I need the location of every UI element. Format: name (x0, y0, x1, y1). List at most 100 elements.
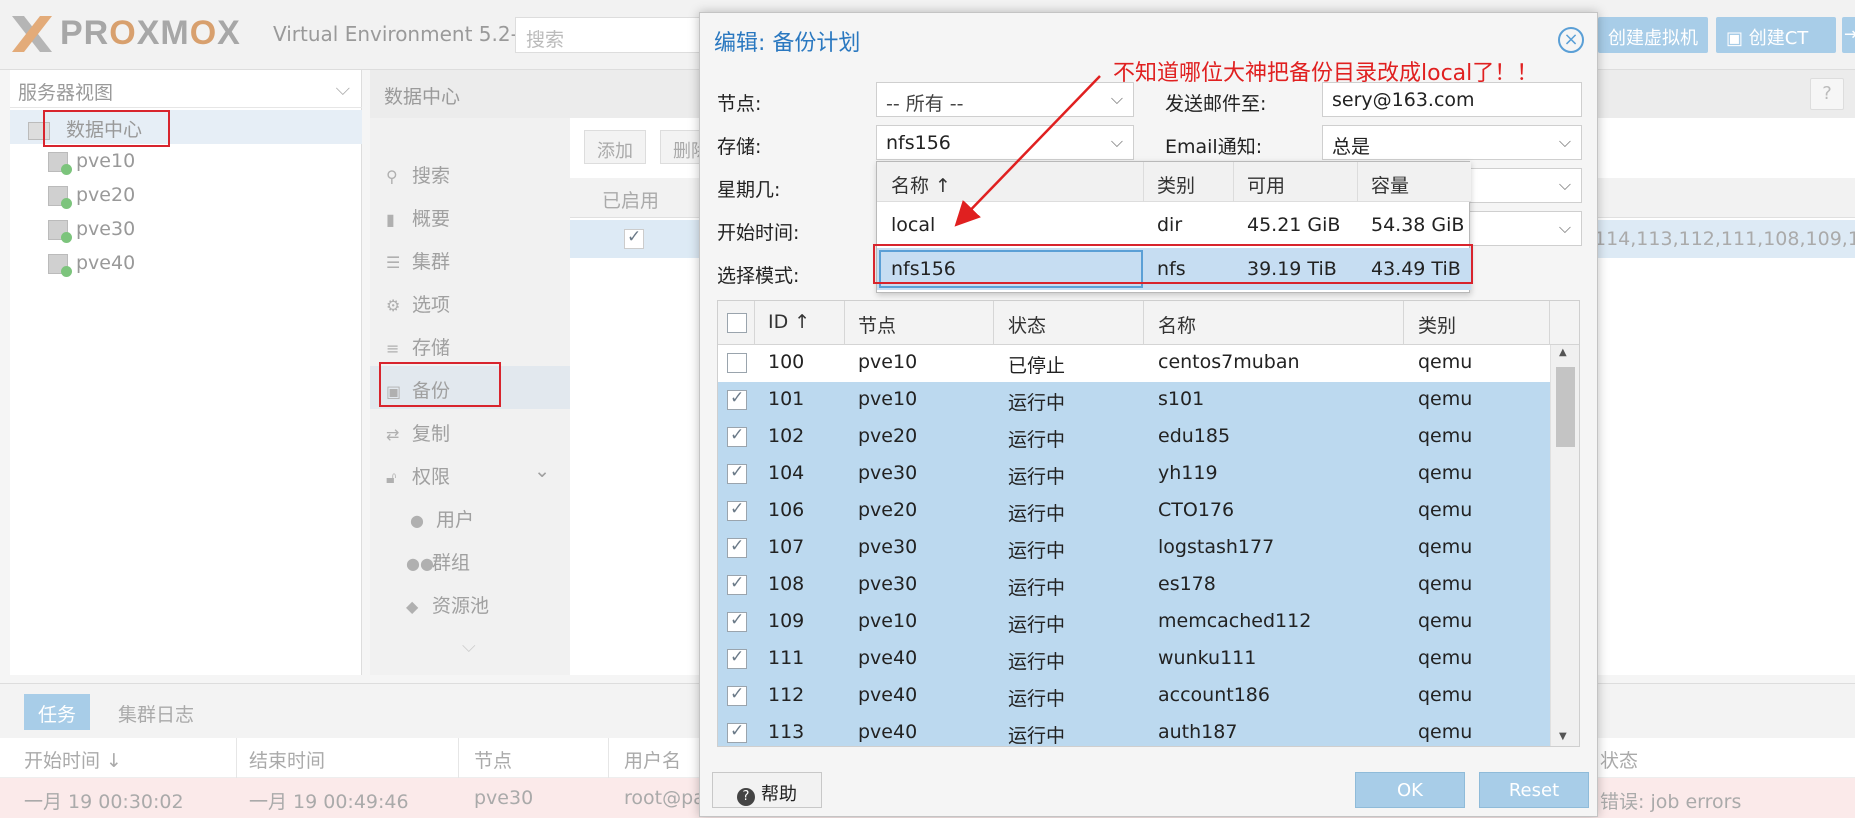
mailto-input[interactable]: sery@163.com (1322, 82, 1582, 117)
email-notify-label: Email通知: (1165, 136, 1263, 158)
nav-storage[interactable]: ≡ 存储 (370, 323, 570, 366)
logout-button[interactable]: ⇥ (1842, 17, 1855, 53)
scroll-up-icon[interactable]: ▲ (1559, 347, 1567, 358)
guest-row[interactable]: 100 pve10 已停止 centos7muban qemu (718, 345, 1550, 382)
col-type[interactable]: 类别 (1418, 311, 1456, 338)
nav-groups[interactable]: ●●群组 (370, 538, 570, 581)
guest-status: 运行中 (1008, 503, 1066, 525)
guest-id: 111 (768, 647, 805, 669)
storage-option[interactable]: local dir 45.21 GiB 54.38 GiB (877, 204, 1471, 246)
guest-id: 112 (768, 684, 805, 706)
select-all-checkbox[interactable] (727, 313, 747, 333)
col-status[interactable]: 状态 (1008, 311, 1046, 338)
nav-users[interactable]: ● 用户 (370, 495, 570, 538)
guest-checkbox[interactable] (727, 647, 747, 669)
nav-cluster[interactable]: ☰ 集群 (370, 237, 570, 280)
scrollbar[interactable]: ▲ ▼ (1550, 345, 1579, 746)
guest-row[interactable]: 109 pve10 运行中 memcached112 qemu (718, 604, 1550, 641)
tree-node[interactable]: pve30 (10, 213, 362, 247)
start-time-label: 开始时间: (717, 222, 800, 244)
guest-checkbox[interactable] (727, 499, 747, 521)
log-start: 一月 19 00:30:02 (24, 791, 184, 813)
guest-type: qemu (1418, 684, 1473, 706)
guest-row[interactable]: 102 pve20 运行中 edu185 qemu (718, 419, 1550, 456)
email-notify-select[interactable]: 总是 ⌵ (1322, 125, 1582, 160)
view-selector[interactable]: 服务器视图 ⌵ (10, 70, 362, 108)
create-ct-button[interactable]: ▣ 创建CT (1716, 17, 1836, 53)
col-name[interactable]: 名称 (1158, 311, 1196, 338)
reset-button[interactable]: Reset (1479, 772, 1589, 808)
col-separator (236, 738, 237, 778)
guest-row[interactable]: 113 pve40 运行中 auth187 qemu (718, 715, 1550, 746)
guest-checkbox[interactable] (727, 425, 747, 447)
node-select[interactable]: -- 所有 -- ⌵ (876, 82, 1134, 117)
guest-checkbox[interactable] (727, 388, 747, 410)
chevron-down-icon: ⌵ (1558, 132, 1571, 151)
ok-button[interactable]: OK (1355, 772, 1465, 808)
guest-node: pve30 (858, 536, 918, 558)
tree-node[interactable]: pve10 (10, 145, 362, 179)
guest-checkbox[interactable] (727, 353, 747, 373)
guest-id: 100 (768, 351, 805, 373)
node-online-icon (48, 151, 72, 175)
help-icon[interactable]: ? (1810, 78, 1844, 110)
guest-row[interactable]: 107 pve30 运行中 logstash177 qemu (718, 530, 1550, 567)
tree-node[interactable]: pve40 (10, 247, 362, 281)
guest-checkbox[interactable] (727, 536, 747, 558)
guest-checkbox[interactable] (727, 684, 747, 706)
nav-summary[interactable]: ▮ 概要 (370, 194, 570, 237)
guest-id: 113 (768, 721, 805, 743)
guest-type: qemu (1418, 499, 1473, 521)
nav-options[interactable]: ⚙ 选项 (370, 280, 570, 323)
nav-pools[interactable]: ◆ 资源池 (370, 581, 570, 624)
guest-status: 运行中 (1008, 614, 1066, 636)
guest-checkbox[interactable] (727, 573, 747, 595)
add-button[interactable]: 添加 (584, 130, 646, 164)
nav-search[interactable]: ⚲ 搜索 (370, 151, 570, 194)
guest-row[interactable]: 108 pve30 运行中 es178 qemu (718, 567, 1550, 604)
col-id[interactable]: ID ↑ (768, 311, 810, 333)
guest-status: 运行中 (1008, 725, 1066, 746)
guest-node: pve30 (858, 573, 918, 595)
sort-down-icon: ↓ (100, 750, 122, 772)
guest-node: pve40 (858, 721, 918, 743)
guest-row[interactable]: 112 pve40 运行中 account186 qemu (718, 678, 1550, 715)
tree-node[interactable]: pve20 (10, 179, 362, 213)
storage-name: local (891, 214, 936, 236)
annotation-box-backup (379, 362, 501, 407)
guest-name: yh119 (1158, 462, 1218, 484)
create-vm-button[interactable]: 创建虚拟机 (1598, 17, 1708, 53)
storage-select[interactable]: nfs156 ⌵ (876, 125, 1134, 160)
guest-id: 109 (768, 610, 805, 632)
close-icon[interactable]: × (1558, 27, 1584, 53)
guest-checkbox[interactable] (727, 462, 747, 484)
guest-id: 107 (768, 536, 805, 558)
guest-node: pve40 (858, 684, 918, 706)
guest-row[interactable]: 111 pve40 运行中 wunku111 qemu (718, 641, 1550, 678)
tags-icon: ◆ (406, 597, 419, 616)
search-input[interactable]: 搜索 (515, 17, 705, 53)
tab-cluster-log[interactable]: 集群日志 (104, 694, 208, 730)
help-button[interactable]: ? 帮助 (712, 772, 822, 808)
node-online-icon (48, 185, 72, 209)
scroll-down-icon[interactable]: ▼ (1559, 731, 1567, 742)
chevron-down-icon[interactable]: ⌵ (462, 636, 476, 657)
col-separator (1143, 301, 1144, 345)
selection-mode-label: 选择模式: (717, 265, 800, 287)
guest-row[interactable]: 101 pve10 运行中 s101 qemu (718, 382, 1550, 419)
guest-table-body: 100 pve10 已停止 centos7muban qemu 101 pve10 运行中 s1… (718, 345, 1550, 746)
col-separator (458, 738, 459, 778)
guest-id: 106 (768, 499, 805, 521)
guest-row[interactable]: 104 pve30 运行中 yh119 qemu (718, 456, 1550, 493)
guest-checkbox[interactable] (727, 721, 747, 743)
annotation-box-storage (873, 244, 1473, 284)
guest-checkbox[interactable] (727, 610, 747, 632)
nav-replication[interactable]: ⇄ 复制 (370, 409, 570, 452)
guest-type: qemu (1418, 610, 1473, 632)
nav-permissions[interactable]: 🔓︎ 权限 ⌄ (370, 452, 570, 495)
guest-row[interactable]: 106 pve20 运行中 CTO176 qemu (718, 493, 1550, 530)
annotation-text: 不知道哪位大神把备份目录改成local了！！ (1113, 61, 1539, 86)
scroll-thumb[interactable] (1556, 367, 1575, 447)
tab-tasks[interactable]: 任务 (24, 694, 91, 730)
col-node[interactable]: 节点 (858, 311, 896, 338)
